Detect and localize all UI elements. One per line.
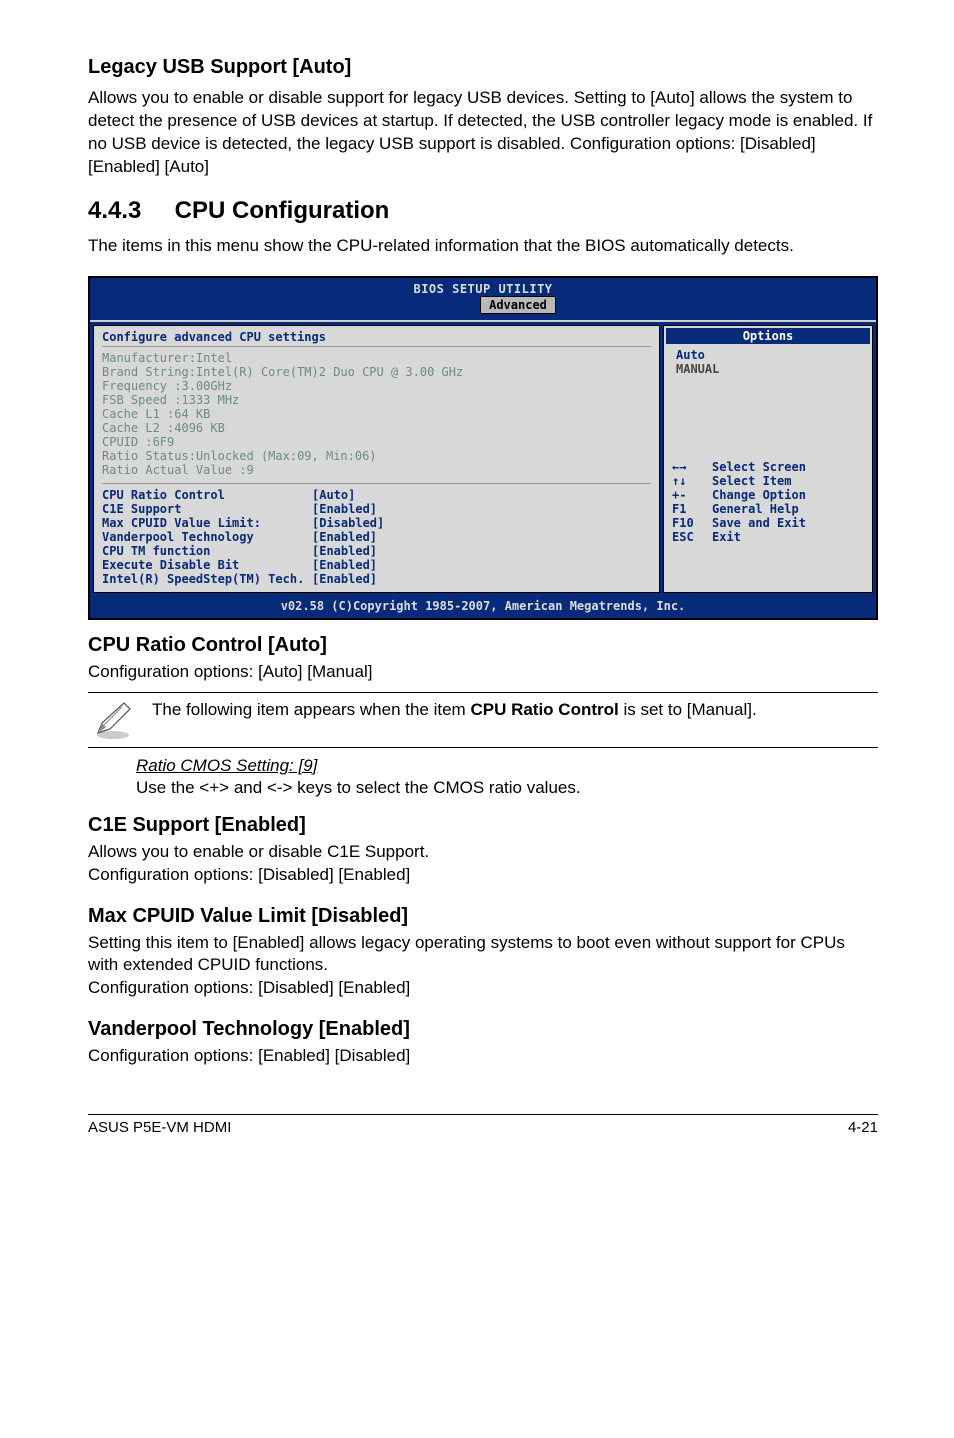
legacy-usb-desc: Allows you to enable or disable support …	[88, 87, 878, 179]
help-key: ESC	[672, 530, 712, 544]
help-key: ←→	[672, 460, 712, 474]
bios-setting-value: [Disabled]	[312, 516, 384, 530]
bios-setting-value: [Enabled]	[312, 558, 377, 572]
help-text: Select Screen	[712, 460, 806, 474]
help-key: +-	[672, 488, 712, 502]
help-key: ↑↓	[672, 474, 712, 488]
maxcpuid-desc1: Setting this item to [Enabled] allows le…	[88, 932, 878, 978]
bios-right-panel: Options Auto MANUAL ←→Select Screen ↑↓Se…	[663, 325, 873, 593]
vanderpool-desc: Configuration options: [Enabled] [Disabl…	[88, 1045, 878, 1068]
bios-help-block: ←→Select Screen ↑↓Select Item +-Change O…	[672, 460, 864, 544]
bios-option[interactable]: Auto	[676, 348, 864, 362]
note-pre: The following item appears when the item	[152, 700, 470, 719]
bios-info-line: Cache L2 :4096 KB	[102, 421, 651, 435]
pencil-icon	[92, 699, 134, 741]
bios-setting-row[interactable]: Max CPUID Value Limit: [Disabled]	[102, 516, 651, 530]
bios-footer: v02.58 (C)Copyright 1985-2007, American …	[90, 596, 876, 618]
bios-info-line: Frequency :3.00GHz	[102, 379, 651, 393]
note-bold: CPU Ratio Control	[470, 700, 618, 719]
bios-info-block: Manufacturer:Intel Brand String:Intel(R)…	[102, 351, 651, 477]
help-text: Save and Exit	[712, 516, 806, 530]
ratio-cmos-block: Ratio CMOS Setting: [9] Use the <+> and …	[136, 756, 878, 798]
bios-left-panel: Configure advanced CPU settings Manufact…	[93, 325, 660, 593]
section-heading: 4.4.3 CPU Configuration	[88, 197, 878, 225]
footer-left: ASUS P5E-VM HDMI	[88, 1119, 231, 1136]
bios-setting-label: C1E Support	[102, 502, 312, 516]
note-box: The following item appears when the item…	[88, 692, 878, 748]
footer-right: 4-21	[848, 1119, 878, 1136]
bios-title: BIOS SETUP UTILITY	[90, 282, 876, 296]
bios-info-line: Ratio Status:Unlocked (Max:09, Min:06)	[102, 449, 651, 463]
legacy-usb-title: Legacy USB Support [Auto]	[88, 56, 878, 79]
bios-info-line: Ratio Actual Value :9	[102, 463, 651, 477]
bios-setting-row[interactable]: Vanderpool Technology [Enabled]	[102, 530, 651, 544]
cpu-ratio-title: CPU Ratio Control [Auto]	[88, 634, 878, 657]
note-text: The following item appears when the item…	[152, 699, 757, 722]
help-text: Exit	[712, 530, 741, 544]
ratio-cmos-desc: Use the <+> and <-> keys to select the C…	[136, 778, 878, 798]
c1e-desc2: Configuration options: [Disabled] [Enabl…	[88, 864, 878, 887]
bios-setting-value: [Enabled]	[312, 544, 377, 558]
bios-subheader: Configure advanced CPU settings	[102, 330, 651, 347]
page-footer: ASUS P5E-VM HDMI 4-21	[88, 1114, 878, 1136]
bios-setting-value: [Auto]	[312, 488, 355, 502]
maxcpuid-title: Max CPUID Value Limit [Disabled]	[88, 905, 878, 928]
bios-setting-row[interactable]: CPU TM function [Enabled]	[102, 544, 651, 558]
bios-setting-label: Execute Disable Bit	[102, 558, 312, 572]
bios-tab-advanced[interactable]: Advanced	[480, 296, 556, 314]
vanderpool-title: Vanderpool Technology [Enabled]	[88, 1018, 878, 1041]
help-text: General Help	[712, 502, 799, 516]
ratio-cmos-link: Ratio CMOS Setting: [9]	[136, 756, 878, 776]
bios-option[interactable]: MANUAL	[676, 362, 864, 376]
bios-setting-label: CPU TM function	[102, 544, 312, 558]
bios-info-line: Brand String:Intel(R) Core(TM)2 Duo CPU …	[102, 365, 651, 379]
bios-setting-row[interactable]: Intel(R) SpeedStep(TM) Tech. [Enabled]	[102, 572, 651, 586]
bios-setting-row[interactable]: CPU Ratio Control [Auto]	[102, 488, 651, 502]
bios-setting-label: Vanderpool Technology	[102, 530, 312, 544]
bios-settings-block: CPU Ratio Control [Auto] C1E Support [En…	[102, 488, 651, 586]
c1e-title: C1E Support [Enabled]	[88, 814, 878, 837]
note-post: is set to [Manual].	[619, 700, 757, 719]
bios-setting-label: CPU Ratio Control	[102, 488, 312, 502]
section-number: 4.4.3	[88, 197, 168, 225]
bios-setting-value: [Enabled]	[312, 502, 377, 516]
bios-info-line: FSB Speed :1333 MHz	[102, 393, 651, 407]
bios-setting-label: Intel(R) SpeedStep(TM) Tech.	[102, 572, 312, 586]
bios-info-line: Cache L1 :64 KB	[102, 407, 651, 421]
c1e-desc1: Allows you to enable or disable C1E Supp…	[88, 841, 878, 864]
bios-setting-value: [Enabled]	[312, 530, 377, 544]
bios-setting-label: Max CPUID Value Limit:	[102, 516, 312, 530]
section-intro: The items in this menu show the CPU-rela…	[88, 235, 878, 258]
bios-info-line: CPUID :6F9	[102, 435, 651, 449]
bios-options-header: Options	[666, 328, 870, 344]
bios-info-line: Manufacturer:Intel	[102, 351, 651, 365]
help-key: F10	[672, 516, 712, 530]
help-text: Select Item	[712, 474, 791, 488]
bios-setting-row[interactable]: Execute Disable Bit [Enabled]	[102, 558, 651, 572]
bios-box: BIOS SETUP UTILITY Advanced Configure ad…	[88, 276, 878, 620]
cpu-ratio-desc: Configuration options: [Auto] [Manual]	[88, 661, 878, 684]
section-title: CPU Configuration	[175, 197, 390, 224]
help-key: F1	[672, 502, 712, 516]
bios-setting-value: [Enabled]	[312, 572, 377, 586]
maxcpuid-desc2: Configuration options: [Disabled] [Enabl…	[88, 977, 878, 1000]
bios-setting-row[interactable]: C1E Support [Enabled]	[102, 502, 651, 516]
help-text: Change Option	[712, 488, 806, 502]
